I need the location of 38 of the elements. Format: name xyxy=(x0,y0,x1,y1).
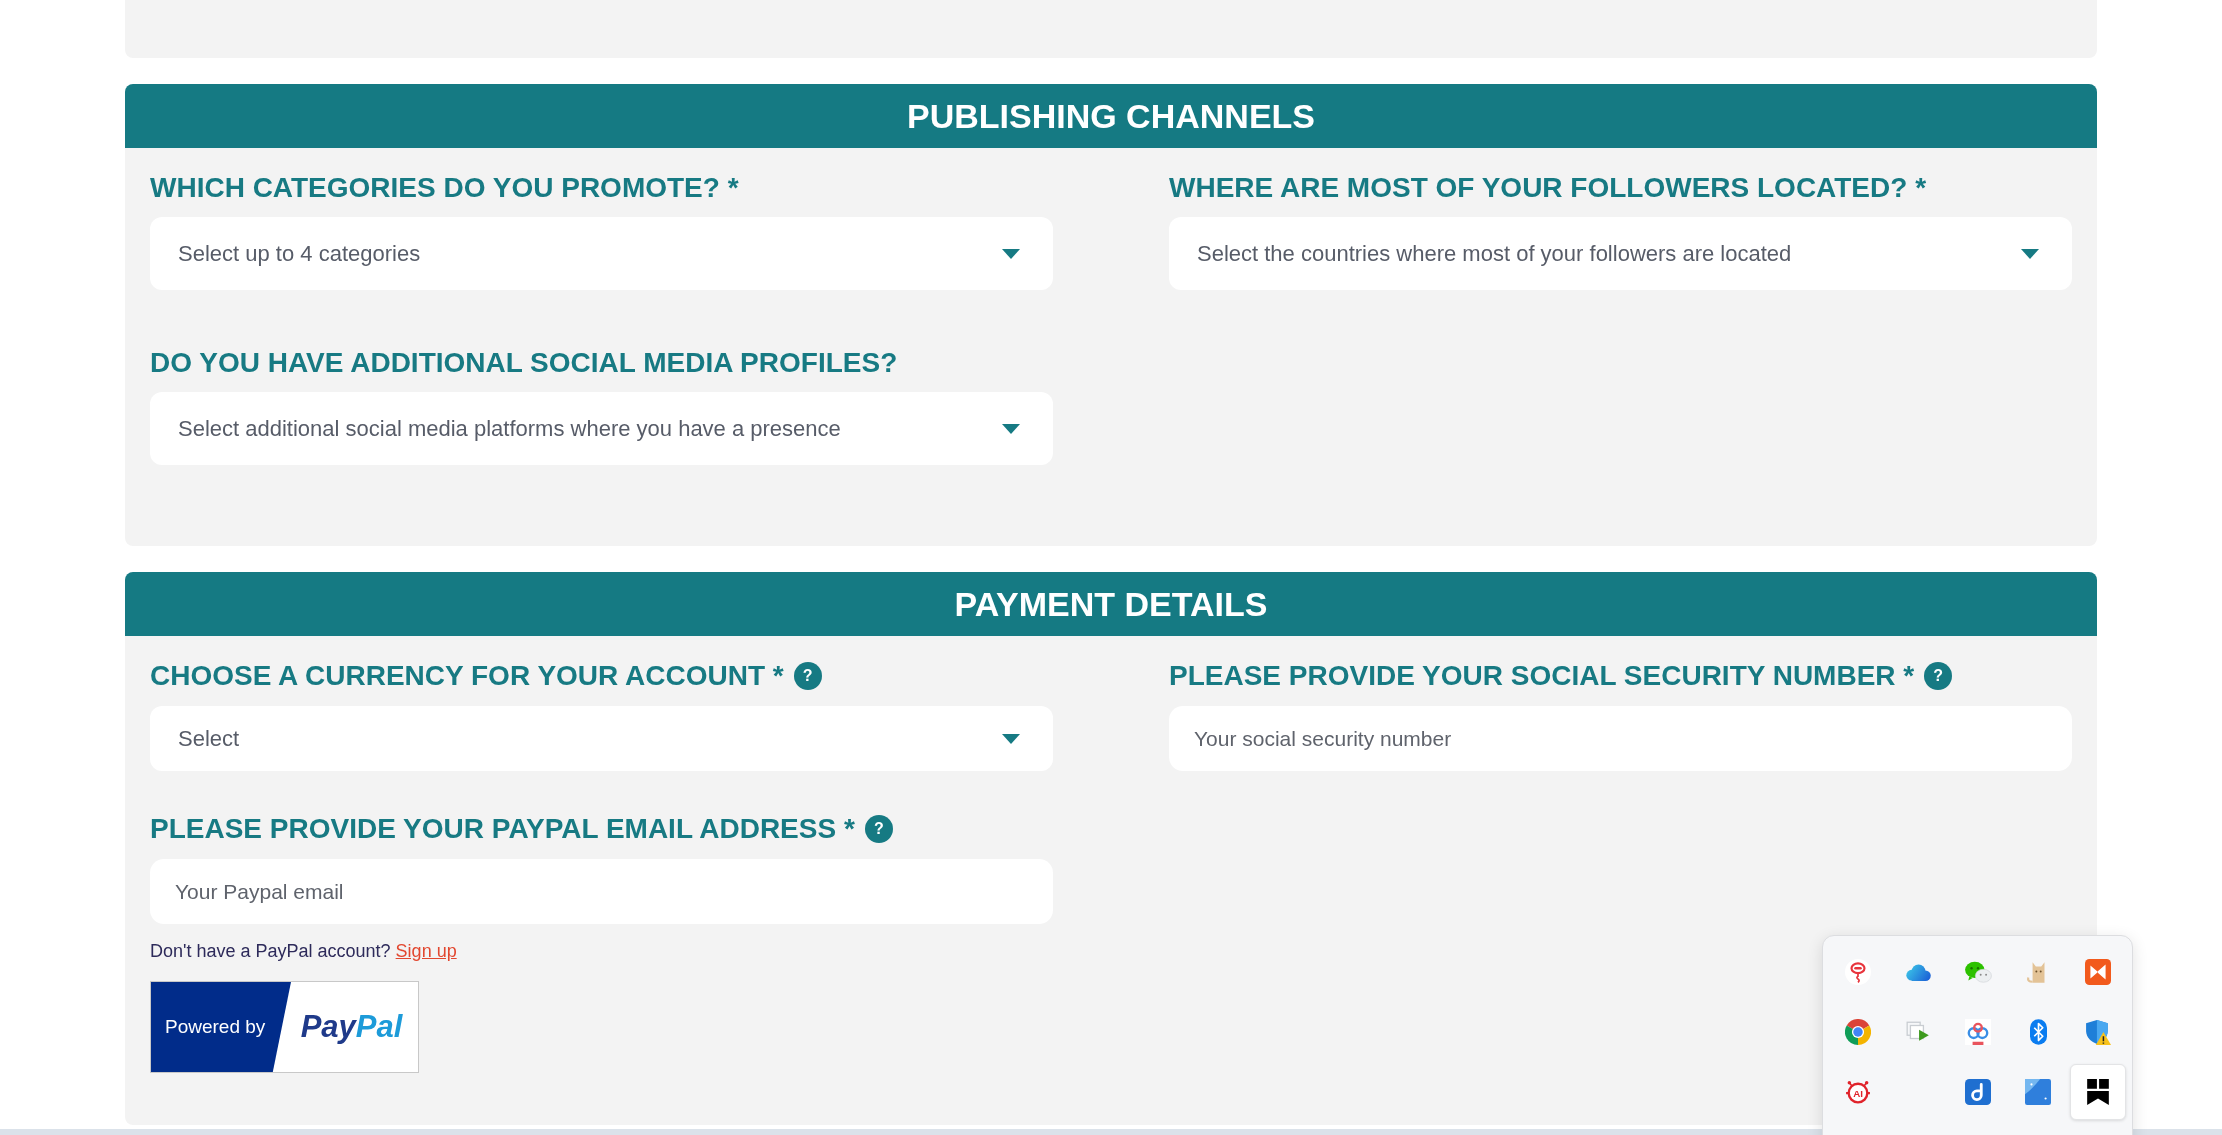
help-button[interactable]: ? xyxy=(1924,662,1953,690)
caret-icon xyxy=(1002,423,1020,434)
signup-link[interactable]: Sign up xyxy=(395,941,457,961)
balloon-icon[interactable] xyxy=(1845,959,1871,985)
select-dropdown[interactable]: Select additional social media platforms where you have a presence xyxy=(150,392,1053,465)
text-input[interactable]: Your social security number xyxy=(1169,706,2072,771)
caret-icon xyxy=(2021,248,2039,259)
badge-caption: Powered by xyxy=(151,982,291,1072)
text-input[interactable]: Your Paypal email xyxy=(150,859,1053,924)
tray-highlight[interactable] xyxy=(2070,1064,2126,1120)
field-label: PLEASE PROVIDE YOUR SOCIAL SECURITY NUMBER * xyxy=(1169,659,1915,693)
select-dropdown[interactable]: Select xyxy=(150,706,1053,771)
tricolor-ring-icon[interactable] xyxy=(1845,1019,1871,1045)
field-label: WHICH CATEGORIES DO YOU PROMOTE? * xyxy=(150,171,739,205)
select-dropdown[interactable]: Select up to 4 categories xyxy=(150,217,1053,290)
rings-tile-icon[interactable] xyxy=(1965,1019,1991,1045)
field-label: WHERE ARE MOST OF YOUR FOLLOWERS LOCATED? * xyxy=(1169,171,1927,205)
section-header: PAYMENT DETAILS xyxy=(125,572,2097,636)
help-button[interactable]: ? xyxy=(864,815,893,843)
robot-icon[interactable]: AI xyxy=(1845,1079,1871,1105)
play-tile-icon[interactable] xyxy=(2085,959,2111,985)
field-label: DO YOU HAVE ADDITIONAL SOCIAL MEDIA PROFILES? xyxy=(150,346,898,380)
paypal-wordmark: PayPal xyxy=(299,1007,404,1046)
cloud-icon[interactable] xyxy=(1905,963,1931,981)
help-button[interactable]: ? xyxy=(793,662,822,690)
caret-icon xyxy=(1002,733,1020,744)
chat-bubbles-icon[interactable] xyxy=(1964,960,1992,984)
signup-note: Don't have a PayPal account? Sign up xyxy=(150,940,457,963)
section-header: PUBLISHING CHANNELS xyxy=(125,84,2097,148)
bluetooth-icon[interactable] xyxy=(2029,1019,2047,1045)
field-label: PLEASE PROVIDE YOUR PAYPAL EMAIL ADDRESS * xyxy=(150,812,855,846)
select-dropdown[interactable]: Select the countries where most of your followers are located xyxy=(1169,217,2072,290)
caret-icon xyxy=(1002,248,1020,259)
wave-tile-icon[interactable] xyxy=(2025,1079,2051,1105)
hook-tile-icon[interactable] xyxy=(1965,1079,1991,1105)
ribbon-grid-icon[interactable] xyxy=(2087,1079,2109,1105)
field-label: CHOOSE A CURRENCY FOR YOUR ACCOUNT * xyxy=(150,659,784,693)
shield-warning-icon[interactable] xyxy=(2085,1019,2111,1045)
